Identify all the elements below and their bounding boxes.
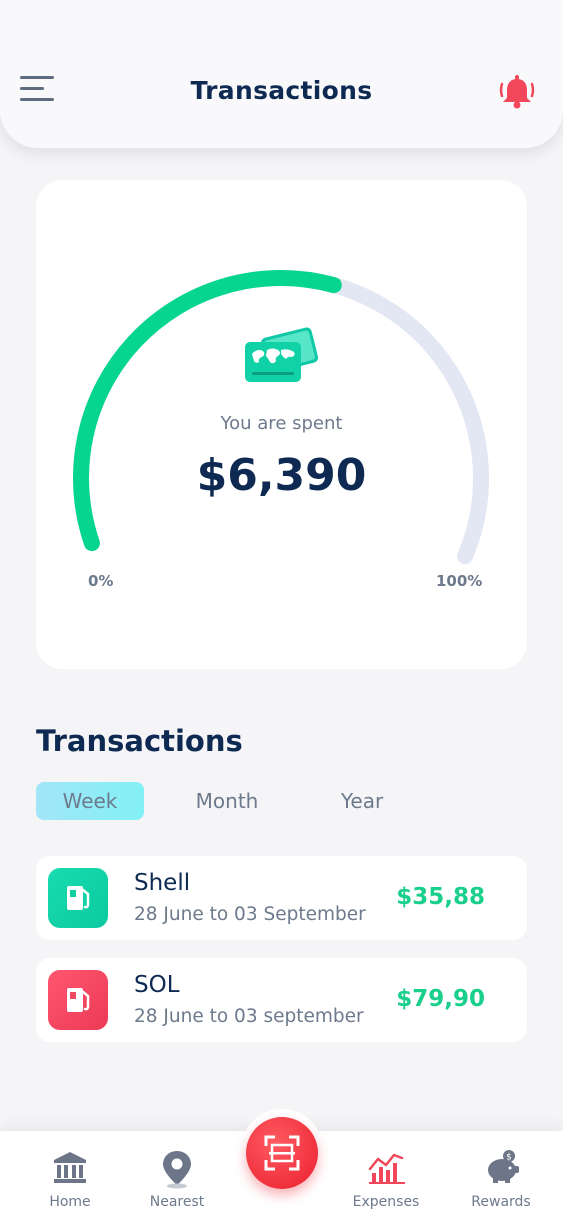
credit-cards-icon [243, 324, 323, 388]
spending-gauge-card: You are spent $6,390 0% 100% [36, 180, 527, 669]
nav-label: Rewards [471, 1194, 531, 1210]
transaction-row[interactable]: Shell 28 June to 03 September $35,88 [36, 856, 527, 940]
tab-year[interactable]: Year [308, 782, 416, 820]
gauge-fill [73, 270, 342, 552]
transaction-name: SOL [134, 972, 180, 998]
tab-week[interactable]: Week [36, 782, 144, 820]
nav-label: Home [49, 1194, 91, 1210]
bank-icon [54, 1152, 86, 1183]
transaction-dates: 28 June to 03 september [134, 1006, 364, 1027]
piggy-bank-icon: $ [488, 1150, 519, 1183]
spent-amount: $6,390 [196, 450, 367, 501]
transaction-amount: $35,88 [396, 884, 485, 910]
transaction-row[interactable]: SOL 28 June to 03 september $79,90 [36, 958, 527, 1042]
nav-rewards[interactable]: $ Rewards [446, 1131, 556, 1218]
scan-icon [264, 1135, 300, 1171]
nav-expenses[interactable]: Expenses [331, 1131, 441, 1218]
nav-nearest[interactable]: Nearest [122, 1131, 232, 1218]
nav-home[interactable]: Home [15, 1131, 125, 1218]
chart-icon [368, 1153, 405, 1184]
fuel-pump-icon [48, 868, 108, 928]
location-pin-icon [163, 1151, 191, 1189]
spent-label: You are spent [220, 413, 343, 434]
transaction-amount: $79,90 [396, 986, 485, 1012]
bell-icon[interactable] [497, 74, 537, 112]
transactions-section-title: Transactions [36, 724, 243, 758]
gauge-max-label: 100% [436, 572, 483, 590]
fuel-pump-icon [48, 970, 108, 1030]
nav-label: Nearest [149, 1194, 205, 1210]
gauge-min-label: 0% [88, 572, 114, 590]
scan-button[interactable] [246, 1117, 318, 1189]
transaction-name: Shell [134, 870, 191, 896]
tab-month[interactable]: Month [172, 782, 282, 820]
svg-text:$: $ [506, 1153, 512, 1163]
transaction-dates: 28 June to 03 September [134, 904, 366, 925]
page-title: Transactions [190, 76, 373, 105]
nav-label: Expenses [352, 1194, 420, 1210]
app-header: Transactions [0, 0, 563, 148]
